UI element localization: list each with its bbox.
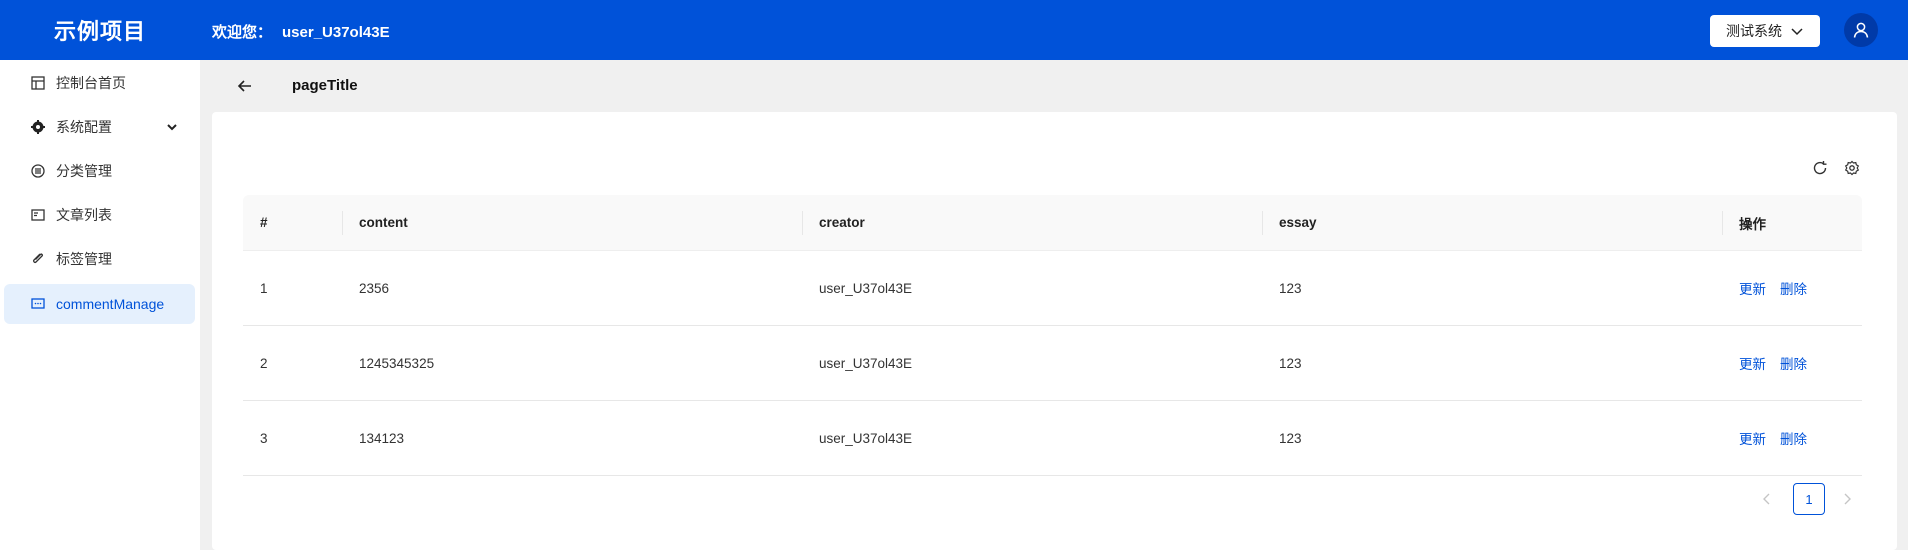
delete-link[interactable]: 删除 xyxy=(1780,353,1807,373)
sidebar-item-label: 文章列表 xyxy=(56,207,112,223)
page-number-button[interactable]: 1 xyxy=(1793,483,1825,515)
sidebar-item-label: 控制台首页 xyxy=(56,75,126,91)
delete-link[interactable]: 删除 xyxy=(1780,428,1807,448)
column-header-index: # xyxy=(260,215,268,230)
sidebar-item-comment-manage[interactable]: commentManage xyxy=(4,284,195,324)
cell-creator: user_U37ol43E xyxy=(819,355,913,371)
table-row: 3 134123 user_U37ol43E 123 更新 删除 xyxy=(243,401,1862,476)
dashboard-icon xyxy=(30,75,46,91)
chevron-down-icon xyxy=(1791,28,1803,36)
sidebar-item-articles[interactable]: 文章列表 xyxy=(4,195,195,235)
app-logo[interactable]: 示例项目 xyxy=(54,14,146,46)
list-icon xyxy=(30,163,46,179)
settings-icon[interactable] xyxy=(1842,158,1862,178)
update-link[interactable]: 更新 xyxy=(1739,353,1766,373)
column-header-creator: creator xyxy=(802,195,1262,250)
cell-content: 1245345325 xyxy=(359,355,435,371)
article-icon xyxy=(30,207,46,223)
cell-content: 134123 xyxy=(359,430,405,446)
comment-table: # content creator essay 操作 1 2356 user_U… xyxy=(243,195,1862,476)
cell-essay: 123 xyxy=(1279,430,1302,446)
cell-actions: 更新 删除 xyxy=(1722,251,1862,325)
system-select[interactable]: 测试系统 xyxy=(1710,15,1820,47)
welcome-text: 欢迎您： user_U37ol43E xyxy=(212,21,390,42)
welcome-label: 欢迎您： xyxy=(212,24,273,41)
column-header-essay: essay xyxy=(1262,195,1722,250)
sidebar-item-system-config[interactable]: 系统配置 xyxy=(4,107,195,147)
table-row: 2 1245345325 user_U37ol43E 123 更新 删除 xyxy=(243,326,1862,401)
sidebar-item-label: commentManage xyxy=(56,296,165,312)
cell-actions: 更新 删除 xyxy=(1722,401,1862,475)
cell-content: 2356 xyxy=(359,280,390,296)
update-link[interactable]: 更新 xyxy=(1739,278,1766,298)
system-select-value: 测试系统 xyxy=(1726,23,1782,39)
tag-icon xyxy=(30,251,46,267)
sidebar-item-label: 标签管理 xyxy=(56,251,112,267)
prev-page-icon[interactable] xyxy=(1755,487,1779,511)
update-link[interactable]: 更新 xyxy=(1739,428,1766,448)
column-header-content: content xyxy=(342,195,802,250)
page-title: pageTitle xyxy=(292,77,358,94)
header-username: user_U37ol43E xyxy=(282,24,390,41)
gear-icon xyxy=(30,119,46,135)
sidebar-item-label: 分类管理 xyxy=(56,163,112,179)
chevron-down-icon xyxy=(167,124,177,131)
delete-link[interactable]: 删除 xyxy=(1780,278,1807,298)
table-header: # content creator essay 操作 xyxy=(243,195,1862,251)
cell-essay: 123 xyxy=(1279,355,1302,371)
user-avatar-icon[interactable] xyxy=(1844,13,1878,47)
page-header: pageTitle xyxy=(200,60,1908,112)
cell-creator: user_U37ol43E xyxy=(819,280,913,296)
cell-index: 1 xyxy=(260,280,268,296)
sidebar-item-dashboard[interactable]: 控制台首页 xyxy=(4,63,195,103)
cell-actions: 更新 删除 xyxy=(1722,326,1862,400)
column-header-actions: 操作 xyxy=(1722,195,1862,250)
table-row: 1 2356 user_U37ol43E 123 更新 删除 xyxy=(243,251,1862,326)
sidebar: 控制台首页 系统配置 分类管理 文章列表 标签管理 commentManage xyxy=(0,60,200,550)
comment-icon xyxy=(30,296,46,312)
content-card: # content creator essay 操作 1 2356 user_U… xyxy=(212,112,1897,550)
refresh-icon[interactable] xyxy=(1810,158,1830,178)
cell-index: 2 xyxy=(260,355,268,371)
cell-index: 3 xyxy=(260,430,268,446)
sidebar-item-tags[interactable]: 标签管理 xyxy=(4,239,195,279)
top-header: 示例项目 欢迎您： user_U37ol43E 测试系统 xyxy=(0,0,1908,60)
cell-essay: 123 xyxy=(1279,280,1302,296)
cell-creator: user_U37ol43E xyxy=(819,430,913,446)
back-arrow-icon[interactable] xyxy=(234,75,256,97)
sidebar-item-label: 系统配置 xyxy=(56,119,112,135)
sidebar-item-category[interactable]: 分类管理 xyxy=(4,151,195,191)
next-page-icon[interactable] xyxy=(1835,487,1859,511)
